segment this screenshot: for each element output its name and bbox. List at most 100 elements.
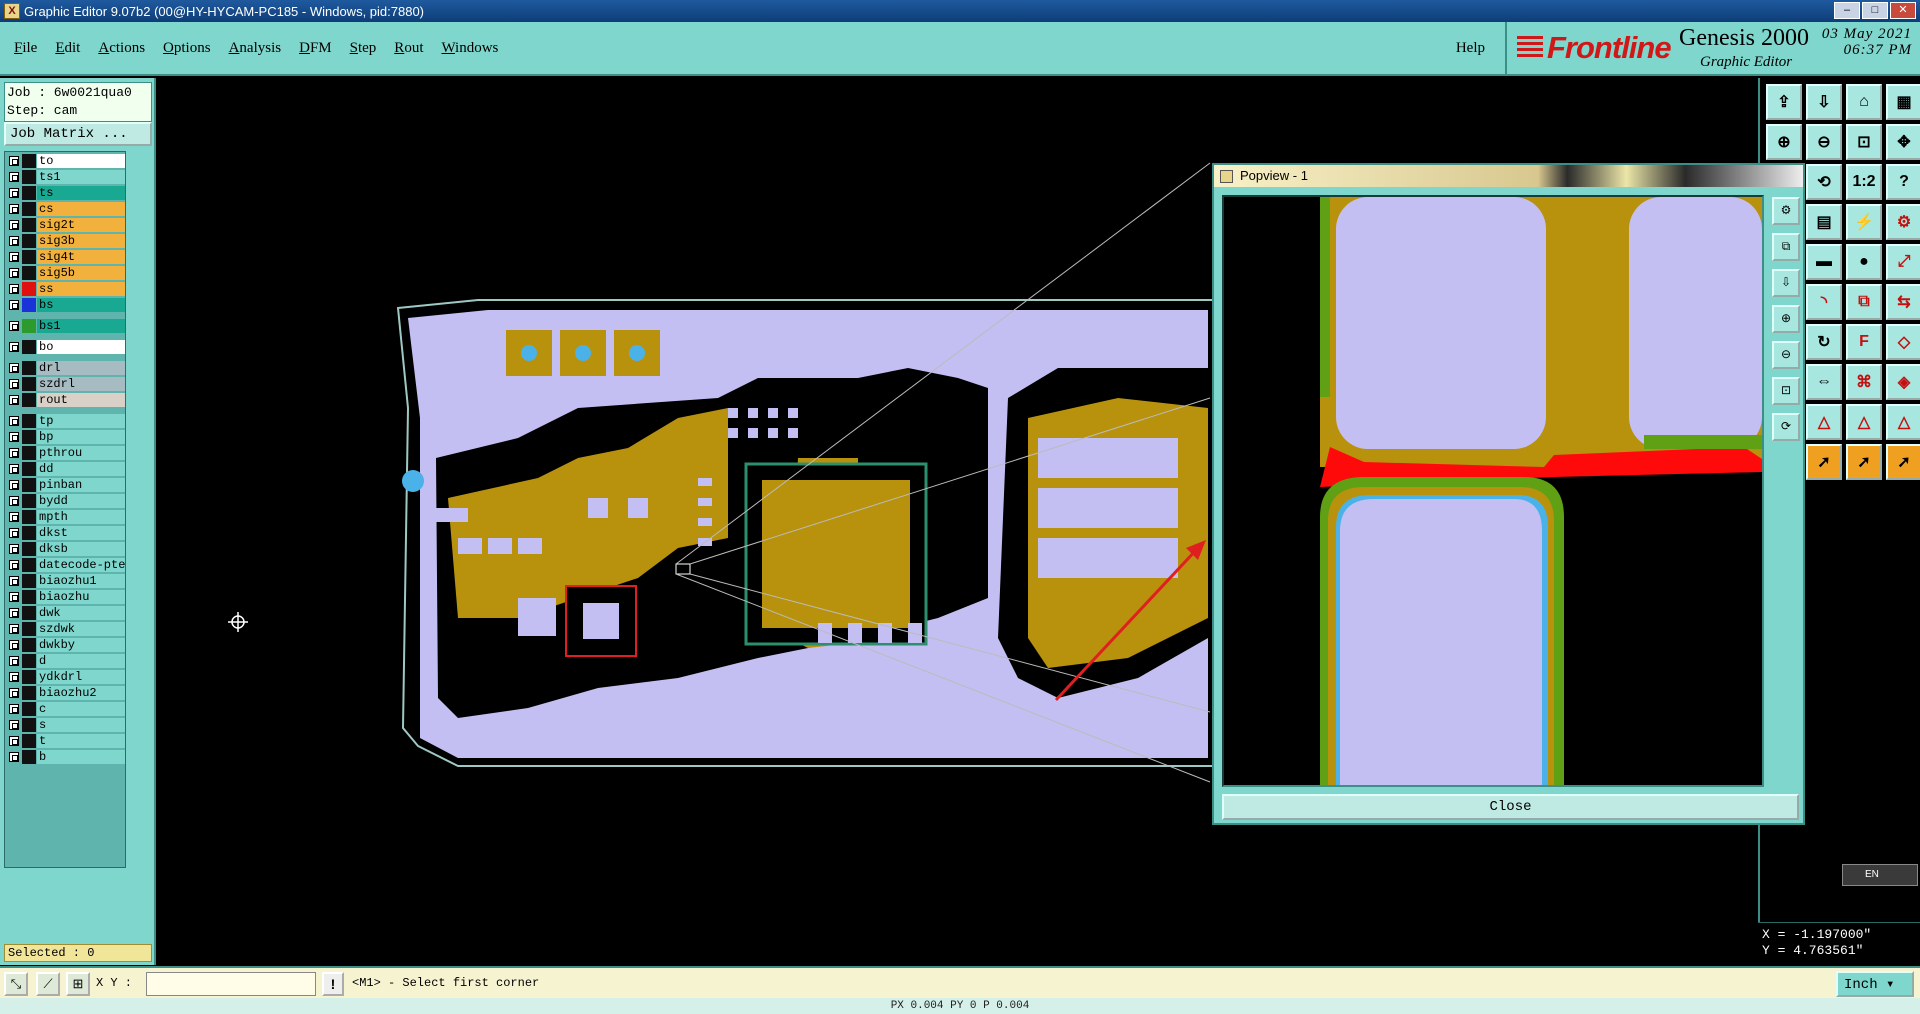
polygon-icon[interactable]: ◇ <box>1886 324 1920 360</box>
pv-fit-icon[interactable]: ⊡ <box>1772 377 1800 405</box>
prism-icon[interactable]: △ <box>1806 404 1842 440</box>
layer-checkbox[interactable] <box>9 528 19 538</box>
trace-icon[interactable]: ⤢ <box>1886 244 1920 280</box>
layer-checkbox[interactable] <box>9 416 19 426</box>
menu-rout[interactable]: Rout <box>394 40 423 57</box>
layer-checkbox[interactable] <box>9 342 19 352</box>
align-icon[interactable]: ⚙ <box>1886 204 1920 240</box>
layer-color-swatch[interactable] <box>22 446 36 460</box>
wedge-icon[interactable]: △ <box>1846 404 1882 440</box>
grid-icon[interactable]: ▤ <box>1806 204 1842 240</box>
grid-mode-icon[interactable]: ⊞ <box>66 972 90 996</box>
layer-color-swatch[interactable] <box>22 430 36 444</box>
job-matrix-button[interactable]: Job Matrix ... <box>4 122 152 146</box>
layer-row-to[interactable]: to <box>7 154 125 168</box>
layer-color-swatch[interactable] <box>22 154 36 168</box>
layer-row-cs[interactable]: cs <box>7 202 125 216</box>
open-job-icon[interactable]: ⇪ <box>1766 84 1802 120</box>
pan-icon[interactable]: ✥ <box>1886 124 1920 160</box>
menu-help[interactable]: Help <box>1456 40 1485 57</box>
layer-row-dd[interactable]: dd <box>7 462 125 476</box>
popview-close-button[interactable]: Close <box>1222 794 1799 820</box>
array-icon[interactable]: ⌘ <box>1846 364 1882 400</box>
shield-icon[interactable]: △ <box>1886 404 1920 440</box>
layer-row-bp[interactable]: bp <box>7 430 125 444</box>
pv-save-icon[interactable]: ⇩ <box>1772 269 1800 297</box>
layer-color-swatch[interactable] <box>22 622 36 636</box>
layer-row-sig2t[interactable]: sig2t <box>7 218 125 232</box>
layer-color-swatch[interactable] <box>22 250 36 264</box>
layer-checkbox[interactable] <box>9 432 19 442</box>
layer-checkbox[interactable] <box>9 624 19 634</box>
popview-titlebar[interactable]: Popview - 1 <box>1214 165 1803 187</box>
layer-checkbox[interactable] <box>9 188 19 198</box>
layer-row-pinban[interactable]: pinban <box>7 478 125 492</box>
menu-dfm[interactable]: DFM <box>299 40 332 57</box>
layer-color-swatch[interactable] <box>22 734 36 748</box>
layer-checkbox[interactable] <box>9 204 19 214</box>
layer-color-swatch[interactable] <box>22 670 36 684</box>
layer-row-dwkby[interactable]: dwkby <box>7 638 125 652</box>
layer-color-swatch[interactable] <box>22 606 36 620</box>
layer-row-biaozhu1[interactable]: biaozhu1 <box>7 574 125 588</box>
layer-checkbox[interactable] <box>9 656 19 666</box>
layer-color-swatch[interactable] <box>22 750 36 764</box>
maximize-button[interactable]: □ <box>1862 2 1888 19</box>
layer-checkbox[interactable] <box>9 300 19 310</box>
layer-checkbox[interactable] <box>9 640 19 650</box>
layer-color-swatch[interactable] <box>22 377 36 391</box>
circle-icon[interactable]: ↻ <box>1806 324 1842 360</box>
layer-checkbox[interactable] <box>9 720 19 730</box>
layer-row-datecode-pte[interactable]: datecode-pte <box>7 558 125 572</box>
layout-icon[interactable]: ▦ <box>1886 84 1920 120</box>
layer-checkbox[interactable] <box>9 480 19 490</box>
menu-analysis[interactable]: Analysis <box>229 40 282 57</box>
menu-windows[interactable]: Windows <box>441 40 498 57</box>
home-icon[interactable]: ⌂ <box>1846 84 1882 120</box>
layer-checkbox[interactable] <box>9 608 19 618</box>
move-icon[interactable]: ⇆ <box>1886 284 1920 320</box>
layer-checkbox[interactable] <box>9 672 19 682</box>
layer-color-swatch[interactable] <box>22 170 36 184</box>
menu-step[interactable]: Step <box>350 40 377 57</box>
layer-checkbox[interactable] <box>9 512 19 522</box>
rotate-icon[interactable]: ⟲ <box>1806 164 1842 200</box>
layer-row-tp[interactable]: tp <box>7 414 125 428</box>
copy-icon[interactable]: ⧉ <box>1846 284 1882 320</box>
menu-actions[interactable]: Actions <box>98 40 145 57</box>
snap-mode-icon[interactable]: ⤡ <box>4 972 28 996</box>
layer-row-biaozhu[interactable]: biaozhu <box>7 590 125 604</box>
menu-options[interactable]: Options <box>163 40 211 57</box>
layer-row-b[interactable]: b <box>7 750 125 764</box>
zoom-in-icon[interactable]: ⊕ <box>1766 124 1802 160</box>
layer-color-swatch[interactable] <box>22 478 36 492</box>
layer-checkbox[interactable] <box>9 576 19 586</box>
layer-row-sig5b[interactable]: sig5b <box>7 266 125 280</box>
layer-color-swatch[interactable] <box>22 319 36 333</box>
pv-copy-icon[interactable]: ⧉ <box>1772 233 1800 261</box>
popview-canvas[interactable] <box>1222 195 1764 787</box>
layer-color-swatch[interactable] <box>22 340 36 354</box>
layer-row-d[interactable]: d <box>7 654 125 668</box>
alert-icon[interactable]: ! <box>322 972 344 996</box>
mirror-icon[interactable]: ◈ <box>1886 364 1920 400</box>
layer-row-c[interactable]: c <box>7 702 125 716</box>
layer-row-sig3b[interactable]: sig3b <box>7 234 125 248</box>
pv-settings-icon[interactable]: ⚙ <box>1772 197 1800 225</box>
layer-row-bo[interactable]: bo <box>7 340 125 354</box>
layer-color-swatch[interactable] <box>22 558 36 572</box>
layer-color-swatch[interactable] <box>22 298 36 312</box>
pointer-grid-icon[interactable]: ➚ <box>1846 444 1882 480</box>
layer-row-t[interactable]: t <box>7 734 125 748</box>
layer-color-swatch[interactable] <box>22 718 36 732</box>
layer-color-swatch[interactable] <box>22 526 36 540</box>
text-icon[interactable]: F <box>1846 324 1882 360</box>
menu-edit[interactable]: Edit <box>55 40 80 57</box>
pv-refresh-icon[interactable]: ⟳ <box>1772 413 1800 441</box>
close-button[interactable]: ✕ <box>1890 2 1916 19</box>
measure-mode-icon[interactable]: ⟋ <box>36 972 60 996</box>
xy-input[interactable] <box>146 972 316 996</box>
layer-row-drl[interactable]: drl <box>7 361 125 375</box>
layer-row-szdwk[interactable]: szdwk <box>7 622 125 636</box>
layer-checkbox[interactable] <box>9 560 19 570</box>
